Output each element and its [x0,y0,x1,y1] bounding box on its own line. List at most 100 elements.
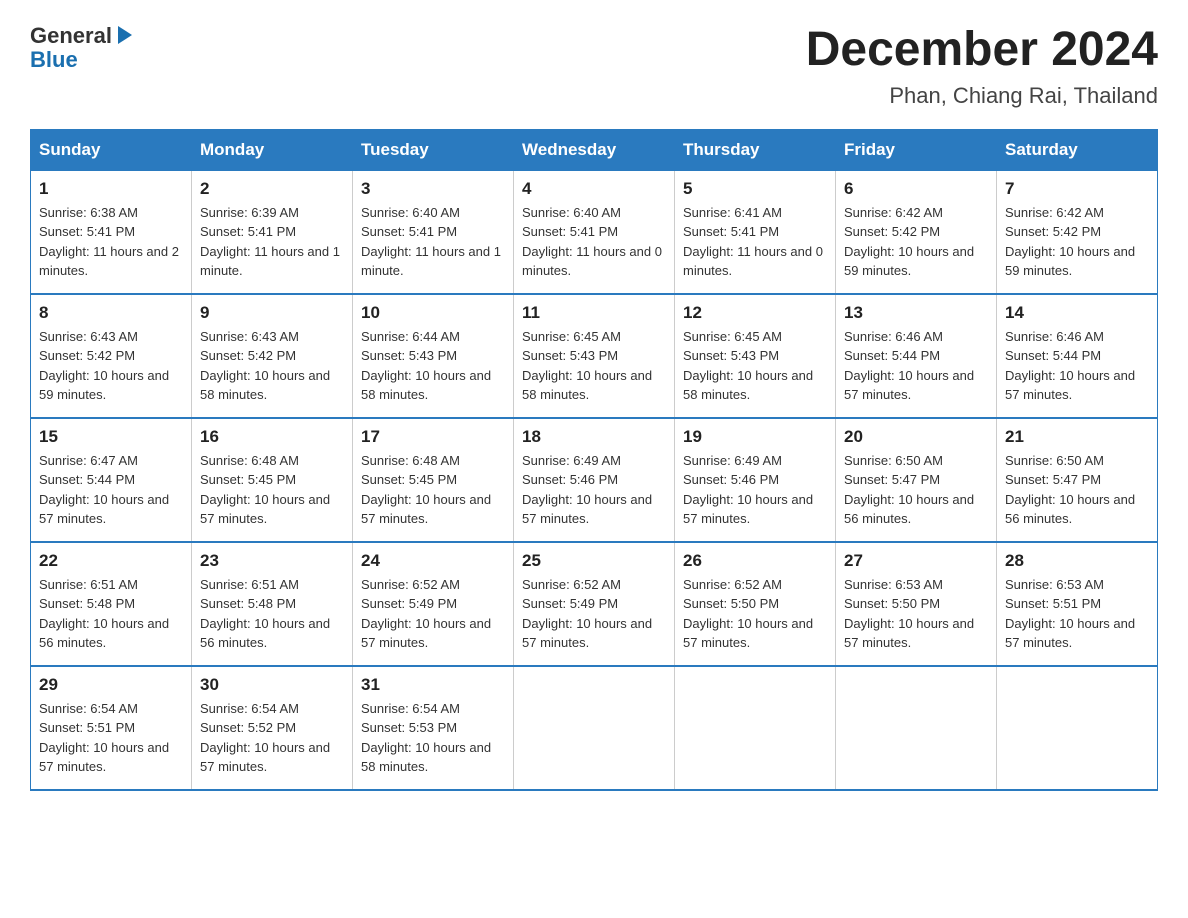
header-day-tuesday: Tuesday [353,129,514,170]
calendar-cell: 24 Sunrise: 6:52 AMSunset: 5:49 PMDaylig… [353,542,514,666]
header-day-wednesday: Wednesday [514,129,675,170]
day-number: 12 [683,303,827,323]
day-number: 9 [200,303,344,323]
calendar-cell: 29 Sunrise: 6:54 AMSunset: 5:51 PMDaylig… [31,666,192,790]
day-number: 4 [522,179,666,199]
calendar-cell: 1 Sunrise: 6:38 AMSunset: 5:41 PMDayligh… [31,170,192,294]
header-day-friday: Friday [836,129,997,170]
calendar-cell: 9 Sunrise: 6:43 AMSunset: 5:42 PMDayligh… [192,294,353,418]
day-number: 5 [683,179,827,199]
day-info: Sunrise: 6:39 AMSunset: 5:41 PMDaylight:… [200,205,340,279]
day-info: Sunrise: 6:48 AMSunset: 5:45 PMDaylight:… [361,453,491,527]
day-info: Sunrise: 6:51 AMSunset: 5:48 PMDaylight:… [200,577,330,651]
calendar-week-row: 1 Sunrise: 6:38 AMSunset: 5:41 PMDayligh… [31,170,1158,294]
calendar-cell: 15 Sunrise: 6:47 AMSunset: 5:44 PMDaylig… [31,418,192,542]
day-info: Sunrise: 6:46 AMSunset: 5:44 PMDaylight:… [844,329,974,403]
day-number: 24 [361,551,505,571]
day-info: Sunrise: 6:46 AMSunset: 5:44 PMDaylight:… [1005,329,1135,403]
calendar-cell: 7 Sunrise: 6:42 AMSunset: 5:42 PMDayligh… [997,170,1158,294]
day-info: Sunrise: 6:54 AMSunset: 5:52 PMDaylight:… [200,701,330,775]
day-info: Sunrise: 6:48 AMSunset: 5:45 PMDaylight:… [200,453,330,527]
calendar-cell: 19 Sunrise: 6:49 AMSunset: 5:46 PMDaylig… [675,418,836,542]
calendar-cell: 2 Sunrise: 6:39 AMSunset: 5:41 PMDayligh… [192,170,353,294]
day-number: 17 [361,427,505,447]
day-number: 19 [683,427,827,447]
day-number: 15 [39,427,183,447]
calendar-cell: 21 Sunrise: 6:50 AMSunset: 5:47 PMDaylig… [997,418,1158,542]
calendar-cell: 31 Sunrise: 6:54 AMSunset: 5:53 PMDaylig… [353,666,514,790]
header-day-sunday: Sunday [31,129,192,170]
day-info: Sunrise: 6:40 AMSunset: 5:41 PMDaylight:… [361,205,501,279]
day-number: 20 [844,427,988,447]
day-number: 29 [39,675,183,695]
day-info: Sunrise: 6:50 AMSunset: 5:47 PMDaylight:… [1005,453,1135,527]
logo-general-text: General [30,24,112,48]
header-day-monday: Monday [192,129,353,170]
day-info: Sunrise: 6:53 AMSunset: 5:50 PMDaylight:… [844,577,974,651]
header-day-thursday: Thursday [675,129,836,170]
day-info: Sunrise: 6:47 AMSunset: 5:44 PMDaylight:… [39,453,169,527]
day-number: 22 [39,551,183,571]
calendar-cell: 17 Sunrise: 6:48 AMSunset: 5:45 PMDaylig… [353,418,514,542]
logo-blue-text: Blue [30,47,78,72]
calendar-cell [514,666,675,790]
calendar-cell: 28 Sunrise: 6:53 AMSunset: 5:51 PMDaylig… [997,542,1158,666]
day-number: 7 [1005,179,1149,199]
calendar-cell: 23 Sunrise: 6:51 AMSunset: 5:48 PMDaylig… [192,542,353,666]
calendar-cell: 20 Sunrise: 6:50 AMSunset: 5:47 PMDaylig… [836,418,997,542]
day-info: Sunrise: 6:44 AMSunset: 5:43 PMDaylight:… [361,329,491,403]
day-info: Sunrise: 6:50 AMSunset: 5:47 PMDaylight:… [844,453,974,527]
day-info: Sunrise: 6:45 AMSunset: 5:43 PMDaylight:… [522,329,652,403]
calendar-cell: 13 Sunrise: 6:46 AMSunset: 5:44 PMDaylig… [836,294,997,418]
title-block: December 2024 Phan, Chiang Rai, Thailand [806,24,1158,109]
calendar-subtitle: Phan, Chiang Rai, Thailand [806,83,1158,109]
day-number: 31 [361,675,505,695]
day-number: 21 [1005,427,1149,447]
calendar-cell: 6 Sunrise: 6:42 AMSunset: 5:42 PMDayligh… [836,170,997,294]
day-info: Sunrise: 6:38 AMSunset: 5:41 PMDaylight:… [39,205,179,279]
day-number: 16 [200,427,344,447]
day-info: Sunrise: 6:43 AMSunset: 5:42 PMDaylight:… [200,329,330,403]
calendar-header-row: SundayMondayTuesdayWednesdayThursdayFrid… [31,129,1158,170]
calendar-cell: 8 Sunrise: 6:43 AMSunset: 5:42 PMDayligh… [31,294,192,418]
logo: General Blue [30,24,136,72]
calendar-cell: 12 Sunrise: 6:45 AMSunset: 5:43 PMDaylig… [675,294,836,418]
header-day-saturday: Saturday [997,129,1158,170]
day-info: Sunrise: 6:54 AMSunset: 5:51 PMDaylight:… [39,701,169,775]
calendar-week-row: 8 Sunrise: 6:43 AMSunset: 5:42 PMDayligh… [31,294,1158,418]
day-number: 18 [522,427,666,447]
day-number: 26 [683,551,827,571]
day-number: 23 [200,551,344,571]
day-number: 2 [200,179,344,199]
day-number: 6 [844,179,988,199]
calendar-cell [836,666,997,790]
calendar-cell: 22 Sunrise: 6:51 AMSunset: 5:48 PMDaylig… [31,542,192,666]
day-number: 1 [39,179,183,199]
calendar-cell: 30 Sunrise: 6:54 AMSunset: 5:52 PMDaylig… [192,666,353,790]
day-number: 28 [1005,551,1149,571]
day-info: Sunrise: 6:53 AMSunset: 5:51 PMDaylight:… [1005,577,1135,651]
day-number: 8 [39,303,183,323]
calendar-table: SundayMondayTuesdayWednesdayThursdayFrid… [30,129,1158,791]
day-info: Sunrise: 6:49 AMSunset: 5:46 PMDaylight:… [522,453,652,527]
day-number: 3 [361,179,505,199]
calendar-week-row: 22 Sunrise: 6:51 AMSunset: 5:48 PMDaylig… [31,542,1158,666]
day-info: Sunrise: 6:54 AMSunset: 5:53 PMDaylight:… [361,701,491,775]
calendar-cell: 14 Sunrise: 6:46 AMSunset: 5:44 PMDaylig… [997,294,1158,418]
calendar-cell: 11 Sunrise: 6:45 AMSunset: 5:43 PMDaylig… [514,294,675,418]
day-number: 30 [200,675,344,695]
day-info: Sunrise: 6:43 AMSunset: 5:42 PMDaylight:… [39,329,169,403]
day-info: Sunrise: 6:52 AMSunset: 5:49 PMDaylight:… [361,577,491,651]
day-number: 14 [1005,303,1149,323]
calendar-cell: 10 Sunrise: 6:44 AMSunset: 5:43 PMDaylig… [353,294,514,418]
day-info: Sunrise: 6:42 AMSunset: 5:42 PMDaylight:… [1005,205,1135,279]
day-info: Sunrise: 6:52 AMSunset: 5:49 PMDaylight:… [522,577,652,651]
day-info: Sunrise: 6:42 AMSunset: 5:42 PMDaylight:… [844,205,974,279]
page-header: General Blue December 2024 Phan, Chiang … [30,24,1158,109]
logo-arrow-icon [114,24,136,46]
calendar-cell: 4 Sunrise: 6:40 AMSunset: 5:41 PMDayligh… [514,170,675,294]
calendar-cell [675,666,836,790]
calendar-cell [997,666,1158,790]
day-info: Sunrise: 6:45 AMSunset: 5:43 PMDaylight:… [683,329,813,403]
day-number: 11 [522,303,666,323]
